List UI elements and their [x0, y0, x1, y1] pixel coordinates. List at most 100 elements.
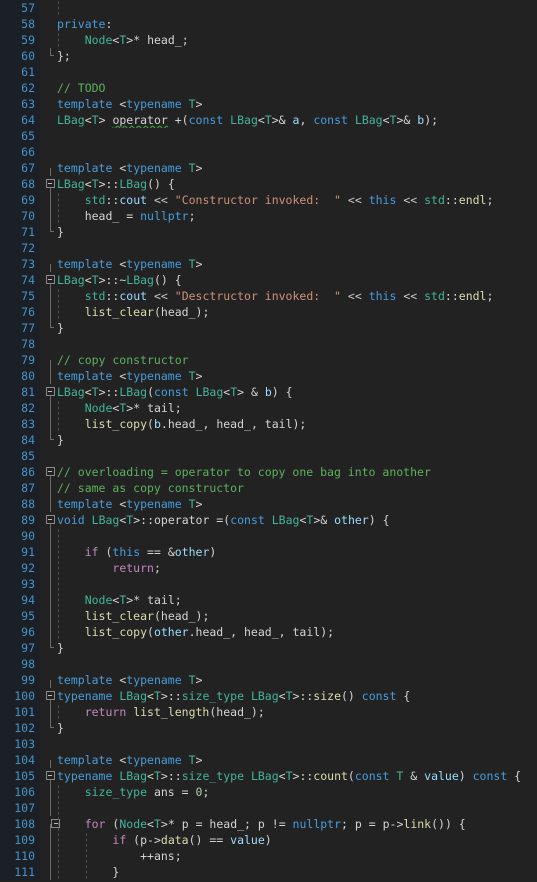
code-text[interactable]: void LBag<T>::operator =(const LBag<T>& … — [56, 512, 537, 528]
code-line[interactable]: 74 LBag<T>::~LBag() { — [0, 272, 537, 288]
code-text[interactable]: // copy constructor — [56, 352, 537, 368]
code-text[interactable]: LBag<T>::~LBag() { — [56, 272, 537, 288]
code-line[interactable]: 99 template <typename T> — [0, 672, 537, 688]
fold-strip[interactable] — [40, 256, 56, 272]
code-text[interactable]: list_clear(head_); — [56, 608, 537, 624]
code-text[interactable]: typename LBag<T>::size_type LBag<T>::cou… — [56, 768, 537, 784]
code-line[interactable]: 93 — [0, 576, 537, 592]
fold-strip[interactable] — [40, 0, 56, 16]
code-text[interactable]: template <typename T> — [56, 256, 537, 272]
fold-strip[interactable] — [40, 688, 56, 704]
fold-strip[interactable] — [40, 272, 56, 288]
fold-strip[interactable] — [40, 816, 60, 832]
code-line[interactable]: 70 head_ = nullptr; — [0, 208, 537, 224]
fold-collapse-icon[interactable] — [45, 691, 55, 700]
code-text[interactable]: template <typename T> — [56, 96, 537, 112]
code-text[interactable]: } — [56, 640, 537, 656]
code-text[interactable]: // overloading = operator to copy one ba… — [56, 464, 537, 480]
code-line[interactable]: 98 — [0, 656, 537, 672]
code-line[interactable]: 110 ++ans; — [0, 848, 537, 864]
code-text[interactable]: private: — [56, 16, 537, 32]
fold-collapse-icon[interactable] — [45, 467, 55, 476]
code-line[interactable]: 106 size_type ans = 0; — [0, 784, 537, 800]
code-line[interactable]: 85 — [0, 448, 537, 464]
code-line[interactable]: 68 LBag<T>::LBag() { — [0, 176, 537, 192]
code-text[interactable]: std::cout << "Constructor invoked: " << … — [56, 192, 537, 208]
code-text[interactable] — [56, 656, 537, 672]
code-text[interactable]: // same as copy constructor — [56, 480, 537, 496]
fold-strip[interactable] — [40, 384, 56, 400]
fold-collapse-icon[interactable] — [45, 771, 55, 780]
fold-strip[interactable] — [40, 720, 56, 736]
code-line[interactable]: 75 std::cout << "Desctructor invoked: " … — [0, 288, 537, 304]
code-text[interactable]: template <typename T> — [56, 496, 537, 512]
code-text[interactable] — [56, 528, 537, 544]
fold-strip[interactable] — [40, 784, 56, 800]
code-line[interactable]: 72 — [0, 240, 537, 256]
fold-collapse-icon[interactable] — [45, 179, 55, 188]
code-text[interactable]: Node<T>* head_; — [56, 32, 537, 48]
code-text[interactable]: template <typename T> — [56, 368, 537, 384]
code-text[interactable]: } — [56, 720, 537, 736]
code-text[interactable] — [56, 240, 537, 256]
fold-strip[interactable] — [40, 592, 56, 608]
code-line[interactable]: 66 — [0, 144, 537, 160]
fold-strip[interactable] — [40, 704, 56, 720]
code-line[interactable]: 73 template <typename T> — [0, 256, 537, 272]
code-text[interactable]: template <typename T> — [56, 752, 537, 768]
code-text[interactable]: std::cout << "Desctructor invoked: " << … — [56, 288, 537, 304]
code-text[interactable]: }; — [56, 48, 537, 64]
fold-strip[interactable] — [40, 736, 56, 752]
code-line[interactable]: 82 Node<T>* tail; — [0, 400, 537, 416]
fold-strip[interactable] — [40, 416, 56, 432]
code-line[interactable]: 101 return list_length(head_); — [0, 704, 537, 720]
fold-strip[interactable] — [40, 432, 56, 448]
fold-strip[interactable] — [40, 608, 56, 624]
code-line[interactable]: 58 private: — [0, 16, 537, 32]
fold-strip[interactable] — [40, 336, 56, 352]
code-line[interactable]: 84} — [0, 432, 537, 448]
fold-strip[interactable] — [40, 512, 56, 528]
code-line[interactable]: 109 if (p->data() == value) — [0, 832, 537, 848]
code-line[interactable]: 108 for (Node<T>* p = head_; p != nullpt… — [0, 816, 537, 832]
code-text[interactable]: Node<T>* tail; — [56, 400, 537, 416]
fold-strip[interactable] — [40, 192, 56, 208]
fold-strip[interactable] — [40, 752, 56, 768]
fold-strip[interactable] — [40, 864, 56, 880]
code-text[interactable]: list_clear(head_); — [56, 304, 537, 320]
fold-strip[interactable] — [40, 848, 56, 864]
code-line[interactable]: 91 if (this == &other) — [0, 544, 537, 560]
code-text[interactable]: LBag<T>::LBag() { — [56, 176, 537, 192]
code-line[interactable]: 64 LBag<T> operator +(const LBag<T>& a, c… — [0, 112, 537, 128]
fold-strip[interactable] — [40, 496, 56, 512]
code-text[interactable]: return; — [56, 560, 537, 576]
code-line[interactable]: 105 typename LBag<T>::size_type LBag<T>::… — [0, 768, 537, 784]
code-line[interactable]: 97} — [0, 640, 537, 656]
fold-strip[interactable] — [40, 160, 56, 176]
fold-strip[interactable] — [40, 656, 56, 672]
code-line-list[interactable]: 57 58 private: 59 Node<T>* head_; 60}; 61 62//… — [0, 0, 537, 880]
code-line[interactable]: 90 — [0, 528, 537, 544]
code-text[interactable]: LBag<T>::LBag(const LBag<T> & b) { — [56, 384, 537, 400]
fold-strip[interactable] — [40, 64, 56, 80]
fold-strip[interactable] — [40, 80, 56, 96]
code-line[interactable]: 62 // TODO — [0, 80, 537, 96]
fold-strip[interactable] — [40, 48, 56, 64]
code-line[interactable]: 95 list_clear(head_); — [0, 608, 537, 624]
code-line[interactable]: 103 — [0, 736, 537, 752]
code-line[interactable]: 87 // same as copy constructor — [0, 480, 537, 496]
fold-strip[interactable] — [40, 480, 56, 496]
fold-strip[interactable] — [40, 672, 56, 688]
code-line[interactable]: 83 list_copy(b.head_, head_, tail); — [0, 416, 537, 432]
code-text[interactable]: size_type ans = 0; — [56, 784, 537, 800]
code-line[interactable]: 61 — [0, 64, 537, 80]
fold-strip[interactable] — [40, 832, 56, 848]
fold-strip[interactable] — [40, 464, 56, 480]
code-text[interactable]: template <typename T> — [56, 160, 537, 176]
code-text[interactable] — [56, 144, 537, 160]
code-line[interactable]: 102} — [0, 720, 537, 736]
code-line[interactable]: 89 void LBag<T>::operator =(const LBag<T>… — [0, 512, 537, 528]
code-line[interactable]: 65 — [0, 128, 537, 144]
code-text[interactable] — [56, 448, 537, 464]
code-text[interactable]: if (this == &other) — [56, 544, 537, 560]
